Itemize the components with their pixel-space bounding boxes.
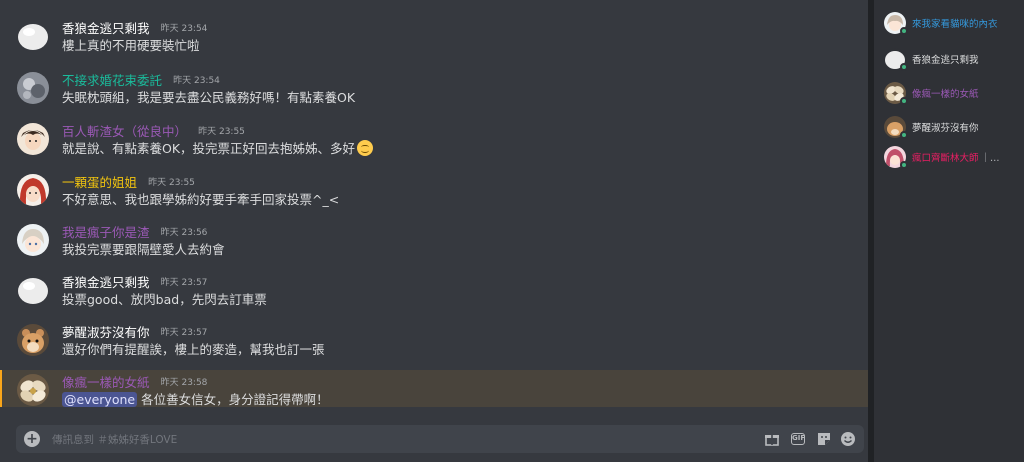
smile-emoji xyxy=(357,140,374,156)
author-name[interactable]: 我是瘋子你是渣 xyxy=(62,225,150,240)
author-name[interactable]: 香狼金逃只剩我 xyxy=(62,275,150,290)
timestamp: 昨天 23:56 xyxy=(160,228,208,238)
member-list: 來我家看貓咪的內衣 香狼金逃只剩我 像瘋一樣的女紙 夢醒淑芬沒有你 瘋口齊斷林大… xyxy=(874,0,1024,462)
message-text: 失眠枕頭組，我是要去盡公民義務好嗎！有點素養OK xyxy=(62,90,356,105)
avatar[interactable] xyxy=(17,324,49,356)
member-name: 夢醒淑芬沒有你 xyxy=(912,123,979,134)
sticker-icon[interactable] xyxy=(816,431,832,447)
member-item[interactable]: 像瘋一樣的女紙 xyxy=(884,82,1024,108)
gift-icon[interactable] xyxy=(764,431,780,447)
author-name[interactable]: 百人斬渣女（從良中） xyxy=(62,124,187,139)
message-text: 我投完票要跟隔壁愛人去約會 xyxy=(62,242,225,257)
timestamp: 昨天 23:54 xyxy=(173,76,220,86)
author-name[interactable]: 不接求婚花束委託 xyxy=(62,73,162,88)
online-status-icon xyxy=(900,63,908,71)
member-name: 瘋口齊斷林大師 ｜… xyxy=(912,153,1000,164)
avatar[interactable] xyxy=(17,174,49,206)
message: 香狼金逃只剩我 昨天 23:57 投票good、放閃bad，先閃去訂車票 xyxy=(0,270,868,320)
author-name[interactable]: 一顆蛋的姐姐 xyxy=(62,175,137,190)
message: 我是瘋子你是渣 昨天 23:56 我投完票要跟隔壁愛人去約會 xyxy=(0,220,868,270)
author-name[interactable]: 像瘋一樣的女紙 xyxy=(62,375,150,390)
avatar[interactable] xyxy=(17,274,49,306)
message: 一顆蛋的姐姐 昨天 23:55 不好意思、我也跟學姊約好要手牽手回家投票^_< xyxy=(0,170,868,220)
message-text: 不好意思、我也跟學姊約好要手牽手回家投票^_< xyxy=(62,192,340,207)
everyone-mention[interactable]: @everyone xyxy=(62,392,138,407)
message-text: 就是說、有點素養OK，投完票正好回去抱姊姊、多好 xyxy=(62,138,374,157)
online-status-icon xyxy=(900,97,908,105)
timestamp: 昨天 23:54 xyxy=(160,24,208,34)
author-name[interactable]: 夢醒淑芬沒有你 xyxy=(62,325,150,340)
avatar[interactable] xyxy=(17,224,49,256)
add-attachment-icon[interactable]: + xyxy=(24,431,40,447)
author-name[interactable]: 香狼金逃只剩我 xyxy=(62,21,150,36)
message-text: 樓上真的不用硬要裝忙啦 xyxy=(62,38,200,53)
message-input-placeholder[interactable]: 傳訊息到 ＃姊姊好香LOVE xyxy=(52,432,177,447)
gif-icon[interactable]: GIF xyxy=(791,433,805,445)
message: 香狼金逃只剩我 昨天 23:54 樓上真的不用硬要裝忙啦 xyxy=(0,16,868,66)
online-status-icon xyxy=(900,27,908,35)
member-name: 香狼金逃只剩我 xyxy=(912,55,979,66)
emoji-icon[interactable] xyxy=(840,431,856,447)
message: 不接求婚花束委託 昨天 23:54 失眠枕頭組，我是要去盡公民義務好嗎！有點素養… xyxy=(0,68,868,118)
avatar[interactable] xyxy=(17,374,49,406)
online-status-icon xyxy=(900,161,908,169)
message-text: 還好你們有提醒誒，樓上的麥造，幫我也訂一張 xyxy=(62,342,325,357)
member-item[interactable]: 夢醒淑芬沒有你 xyxy=(884,116,1024,142)
member-item[interactable]: 來我家看貓咪的內衣 xyxy=(884,12,1024,38)
message-text: 投票good、放閃bad，先閃去訂車票 xyxy=(62,292,267,307)
timestamp: 昨天 23:57 xyxy=(160,328,208,338)
message: 夢醒淑芬沒有你 昨天 23:57 還好你們有提醒誒，樓上的麥造，幫我也訂一張 xyxy=(0,320,868,370)
member-item[interactable]: 瘋口齊斷林大師 ｜… xyxy=(884,146,1024,172)
avatar[interactable] xyxy=(17,123,49,155)
chat-area: 香狼金逃只剩我 昨天 23:54 樓上真的不用硬要裝忙啦 不接求婚花束委託 昨天… xyxy=(0,0,868,462)
member-name: 來我家看貓咪的內衣 xyxy=(912,19,998,30)
message-text: @everyone 各位善女信女，身分證記得帶啊！ xyxy=(62,392,329,407)
timestamp: 昨天 23:55 xyxy=(148,178,195,188)
avatar[interactable] xyxy=(17,72,49,104)
avatar[interactable] xyxy=(17,20,49,52)
message-composer[interactable]: + 傳訊息到 ＃姊姊好香LOVE GIF xyxy=(16,425,864,453)
member-name: 像瘋一樣的女紙 xyxy=(912,89,979,100)
online-status-icon xyxy=(900,131,908,139)
timestamp: 昨天 23:55 xyxy=(198,127,245,137)
message-mention-highlight: 像瘋一樣的女紙 昨天 23:58 @everyone 各位善女信女，身分證記得帶… xyxy=(0,370,868,407)
timestamp: 昨天 23:57 xyxy=(160,278,208,288)
timestamp: 昨天 23:58 xyxy=(160,378,208,388)
member-item[interactable]: 香狼金逃只剩我 xyxy=(884,48,1024,74)
message: 百人斬渣女（從良中） 昨天 23:55 就是說、有點素養OK，投完票正好回去抱姊… xyxy=(0,119,868,169)
